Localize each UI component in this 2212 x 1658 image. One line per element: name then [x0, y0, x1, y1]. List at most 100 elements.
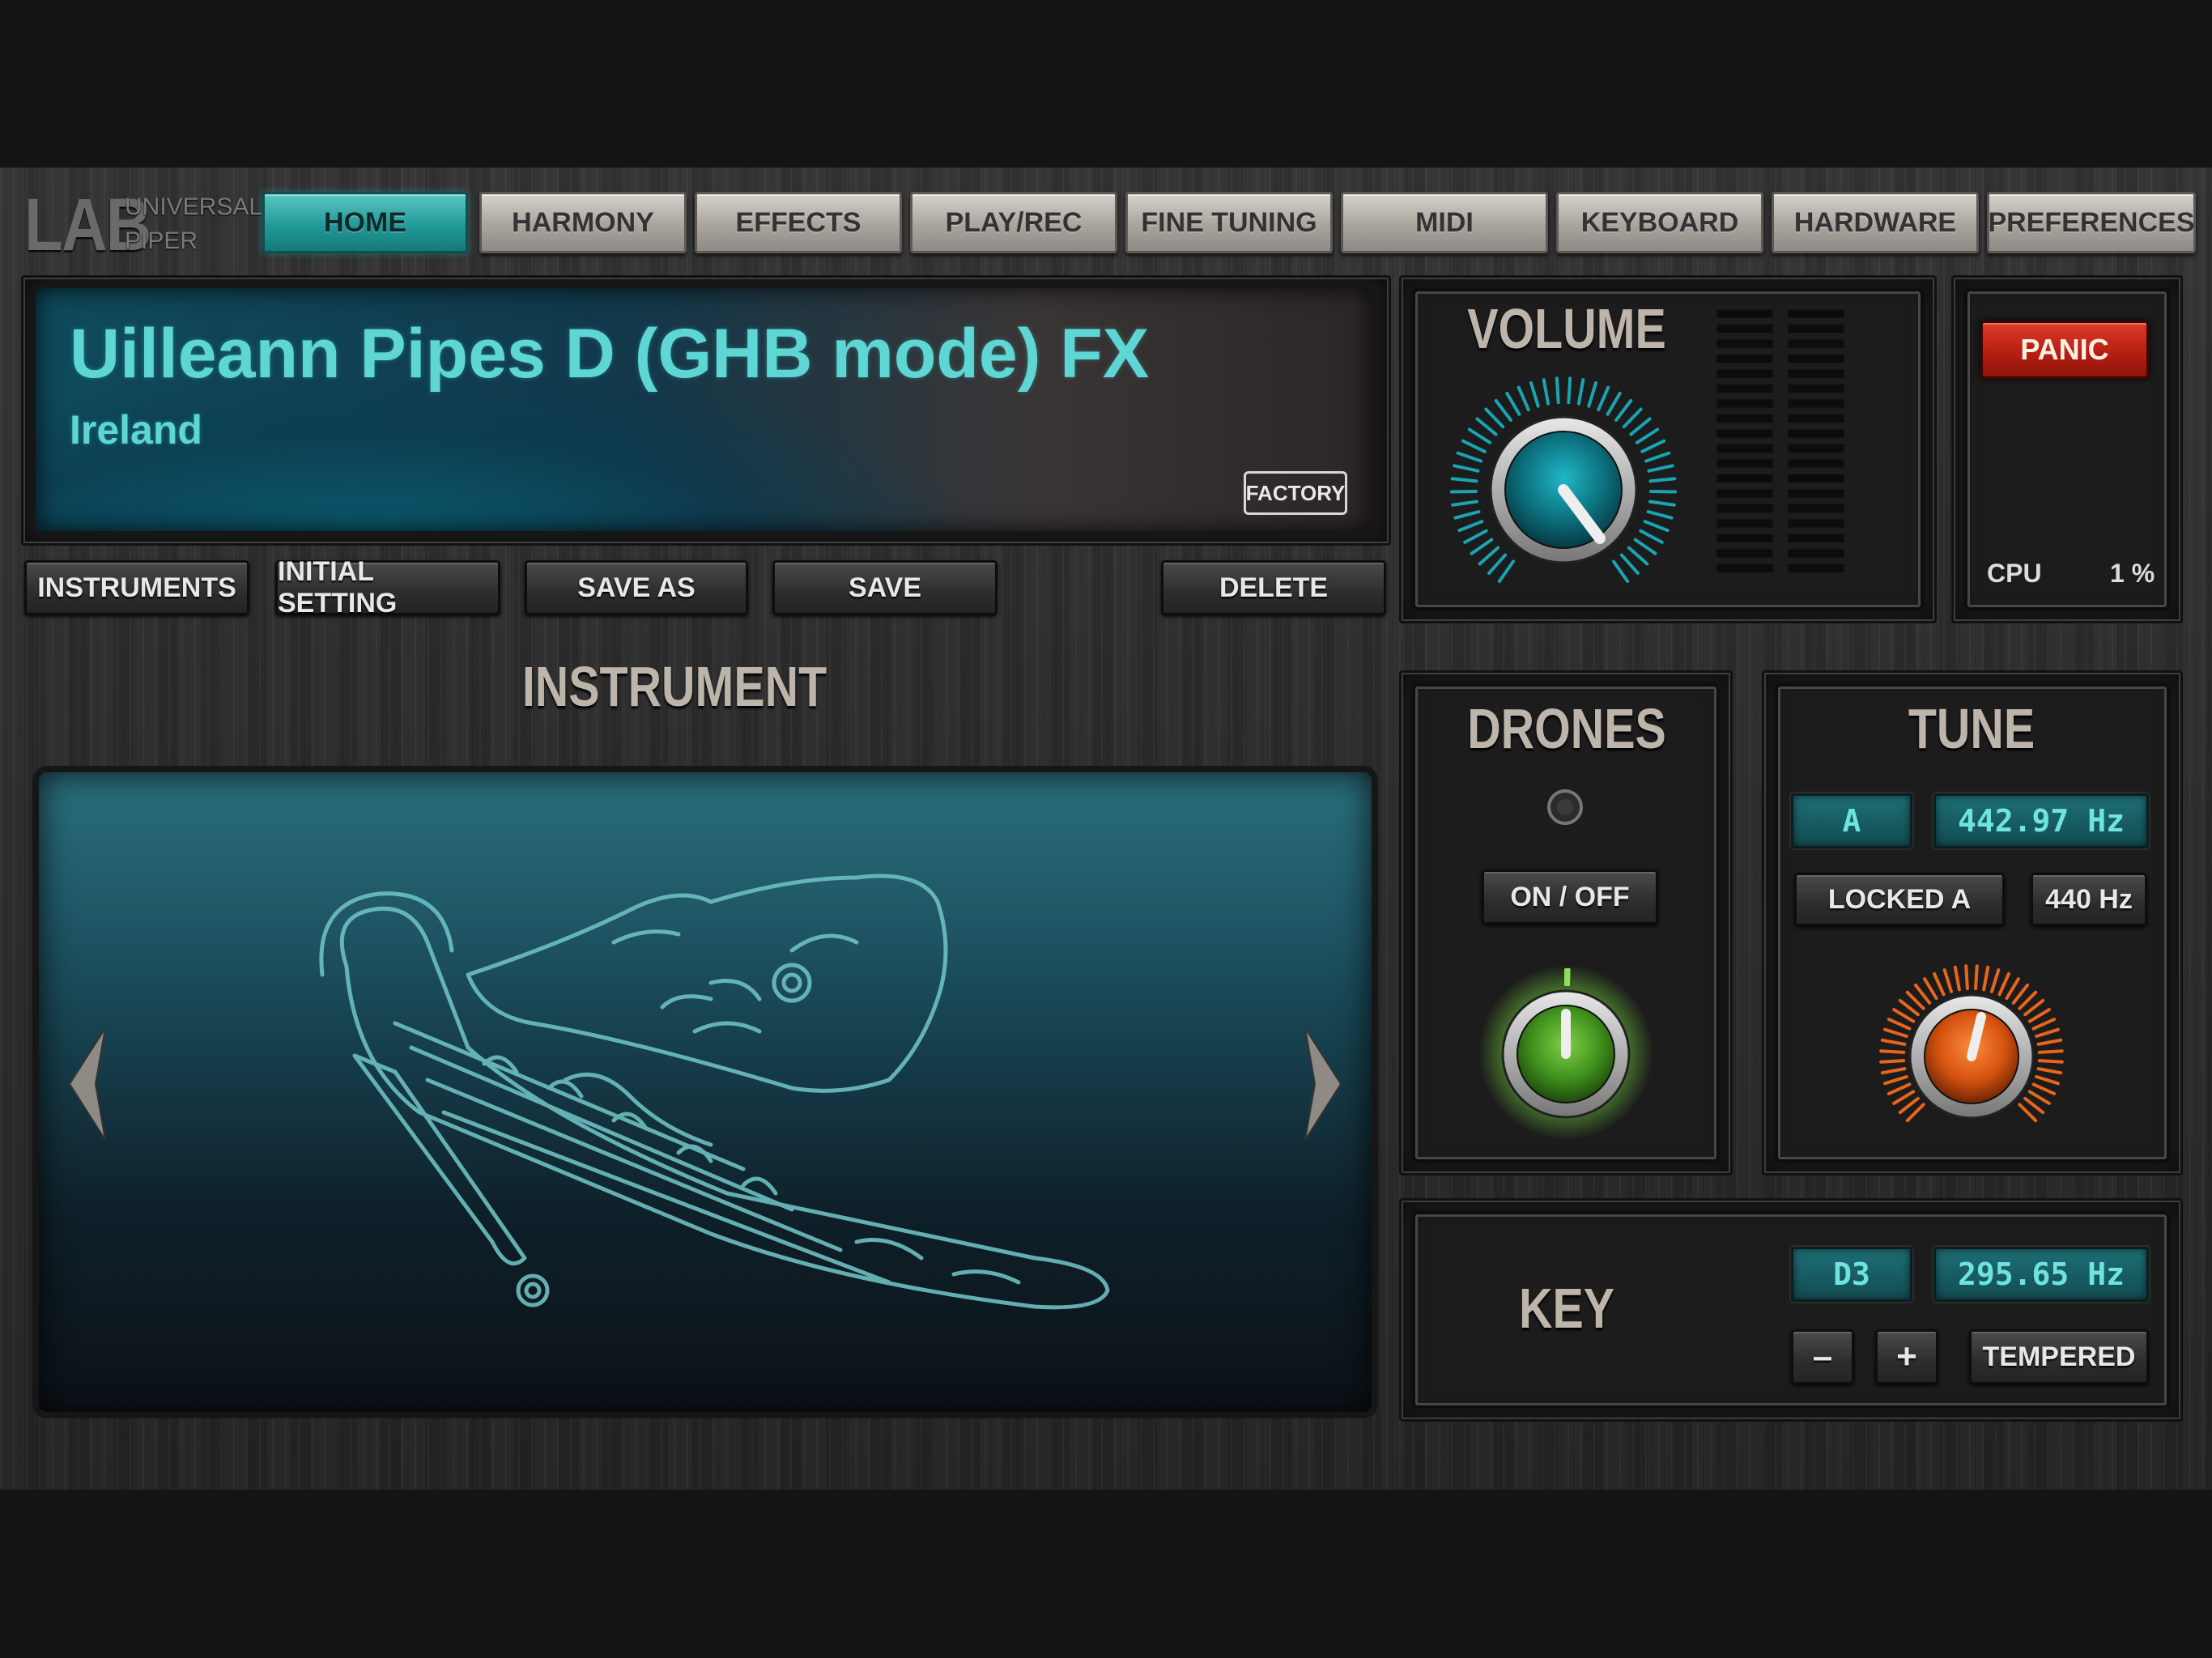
tab-harmony[interactable]: HARMONY	[479, 192, 687, 253]
scale-tick	[1933, 971, 1946, 997]
meter-segment	[1787, 384, 1845, 393]
preset-name: Uilleann Pipes D (GHB mode) FX	[70, 315, 1150, 393]
scale-tick	[1964, 964, 1969, 991]
scale-tick	[1505, 391, 1521, 416]
meter-segment	[1787, 324, 1845, 334]
tune-label: TUNE	[1908, 697, 2035, 760]
save-as-button[interactable]: SAVE AS	[525, 560, 748, 615]
cpu-label: CPU	[1987, 559, 2042, 588]
scale-tick	[1887, 1018, 1912, 1031]
tune-frequency-display[interactable]: 442.97 Hz	[1933, 793, 2149, 848]
temperament-button[interactable]: TEMPERED	[1969, 1329, 2149, 1384]
scale-tick	[2035, 1027, 2060, 1039]
meter-segment	[1716, 309, 1774, 319]
scale-tick	[2031, 1018, 2057, 1031]
tune-knob[interactable]	[1878, 963, 2065, 1150]
scale-tick	[2023, 998, 2045, 1017]
preset-display: Uilleann Pipes D (GHB mode) FX Ireland F…	[36, 288, 1372, 531]
locked-a-button[interactable]: LOCKED A	[1794, 873, 2005, 926]
scale-tick	[1622, 407, 1643, 429]
scale-tick	[1880, 1038, 1907, 1046]
tab-midi[interactable]: MIDI	[1341, 192, 1548, 253]
chevron-left-icon[interactable]	[63, 1023, 112, 1145]
drones-on-off-button[interactable]: ON / OFF	[1482, 869, 1658, 925]
meter-segment	[1716, 368, 1774, 379]
scale-tick	[1555, 376, 1560, 405]
scale-tick	[1494, 398, 1512, 422]
panic-button[interactable]: PANIC	[1980, 321, 2149, 379]
scale-tick	[1597, 385, 1610, 412]
chevron-right-icon[interactable]	[1299, 1023, 1347, 1145]
scale-tick	[1576, 378, 1585, 406]
tab-home[interactable]: HOME	[262, 192, 468, 253]
scale-tick	[1648, 500, 1676, 507]
scale-tick	[1913, 983, 1932, 1005]
scale-tick	[1905, 990, 1925, 1010]
meter-segment	[1716, 428, 1774, 439]
scale-tick	[1457, 520, 1484, 533]
meter-segment	[1787, 504, 1845, 513]
level-meter	[1716, 309, 1845, 573]
tab-effects[interactable]: EFFECTS	[695, 192, 902, 253]
scale-tick	[1567, 376, 1572, 405]
scale-tick	[2027, 1008, 2051, 1023]
scale-tick	[1478, 546, 1500, 566]
scale-tick	[1453, 464, 1480, 473]
delete-button[interactable]: DELETE	[1161, 560, 1386, 615]
scale-tick	[1887, 1082, 1912, 1095]
meter-segment	[1716, 414, 1774, 423]
scale-tick	[1898, 1096, 1920, 1115]
key-plus-button[interactable]: +	[1875, 1329, 1938, 1384]
scale-tick	[1451, 500, 1478, 507]
scale-tick	[1606, 391, 1622, 416]
scale-tick	[1982, 965, 1990, 992]
reference-frequency-button[interactable]: 440 Hz	[2031, 873, 2147, 926]
tab-fine-tuning[interactable]: FINE TUNING	[1125, 192, 1333, 253]
instruments-button[interactable]: INSTRUMENTS	[24, 560, 249, 615]
meter-segment	[1716, 384, 1774, 393]
scale-tick	[2027, 1090, 2051, 1105]
scale-tick	[1648, 489, 1677, 494]
scale-tick	[1879, 1059, 1906, 1064]
scale-tick	[1633, 538, 1657, 555]
key-frequency-display[interactable]: 295.65 Hz	[1933, 1247, 2149, 1302]
scale-tick	[1461, 439, 1487, 453]
scale-tick	[1484, 407, 1505, 429]
instrument-label: INSTRUMENT	[521, 655, 827, 718]
volume-label: VOLUME	[1467, 297, 1666, 360]
scale-tick	[1883, 1027, 1908, 1039]
factory-badge: FACTORY	[1244, 471, 1347, 515]
initial-setting-button[interactable]: INITIAL SETTING	[275, 556, 500, 619]
scale-tick	[1989, 968, 2001, 993]
preset-origin: Ireland	[70, 407, 202, 453]
scale-tick	[1974, 964, 1979, 991]
tune-note-display[interactable]: A	[1791, 793, 1912, 848]
key-minus-button[interactable]: –	[1791, 1329, 1854, 1384]
scale-tick	[2036, 1038, 2063, 1046]
scale-tick	[1614, 398, 1633, 422]
meter-segment	[1787, 518, 1845, 529]
meter-segment	[1716, 474, 1774, 483]
tab-hardware[interactable]: HARDWARE	[1772, 192, 1979, 253]
tab-preferences[interactable]: PREFERENCES	[1987, 192, 2196, 253]
scale-tick	[1997, 971, 2010, 997]
meter-segment	[1787, 458, 1845, 469]
scale-tick	[1611, 559, 1630, 584]
scale-tick	[1463, 529, 1488, 544]
tab-play-rec[interactable]: PLAY/REC	[910, 192, 1117, 253]
key-note-display[interactable]: D3	[1791, 1247, 1912, 1302]
volume-knob[interactable]	[1446, 372, 1681, 607]
scale-tick	[1587, 380, 1598, 408]
drones-knob[interactable]	[1477, 963, 1655, 1141]
scale-tick	[1450, 477, 1478, 483]
tab-keyboard[interactable]: KEYBOARD	[1556, 192, 1763, 253]
scale-tick	[2037, 1059, 2064, 1064]
scale-tick	[1635, 427, 1660, 444]
instrument-display	[39, 772, 1372, 1412]
meter-segment	[1787, 428, 1845, 439]
scale-tick	[1497, 559, 1516, 584]
meter-segment	[1716, 563, 1774, 573]
meter-segment	[1787, 309, 1845, 319]
scale-tick	[1883, 1074, 1908, 1086]
save-button[interactable]: SAVE	[772, 560, 998, 615]
